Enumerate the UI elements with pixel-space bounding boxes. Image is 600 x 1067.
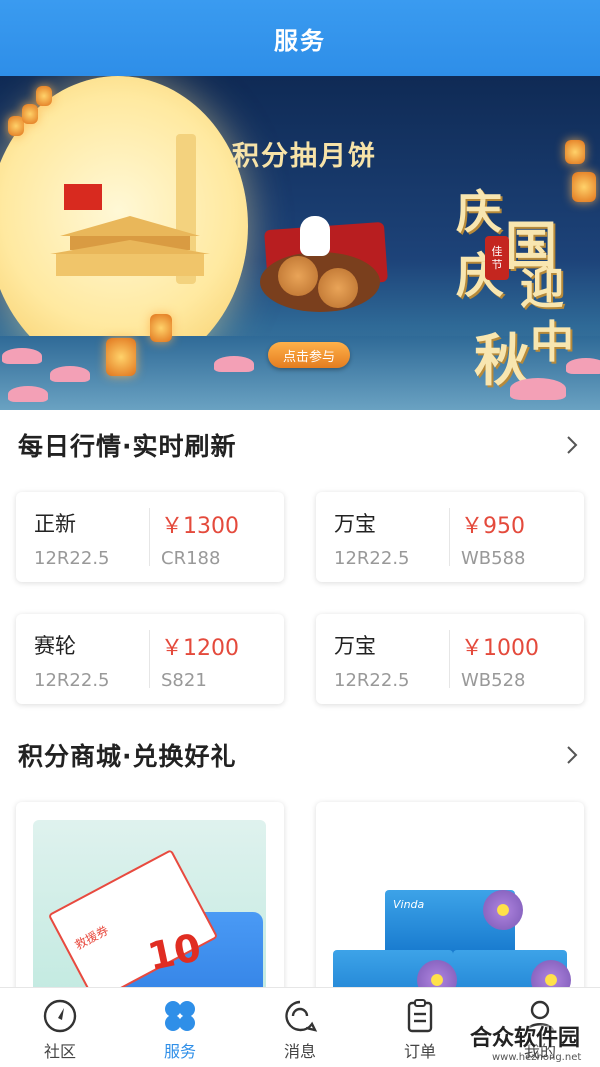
daily-market-header[interactable]: 每日行情·实时刷新 (0, 410, 600, 480)
flower-illustration (483, 890, 523, 930)
compass-icon (43, 999, 77, 1033)
price-card[interactable]: 万宝 12R22.5 ￥1000 WB528 (316, 614, 584, 704)
card-size: 12R22.5 (34, 548, 110, 569)
tab-label: 社区 (43, 1042, 76, 1061)
price-card[interactable]: 正新 12R22.5 ￥1300 CR188 (16, 492, 284, 582)
chat-bubble-icon (285, 1000, 318, 1032)
tab-label: 服务 (163, 1042, 196, 1061)
calligraphy-char: 庆 (456, 185, 502, 239)
lantern-icon (106, 338, 136, 376)
card-price: ￥1000 (461, 636, 539, 661)
card-divider (149, 630, 150, 688)
mall-item-card[interactable]: 救援券 10 (16, 802, 284, 1002)
tab-community[interactable]: 社区 (0, 988, 120, 1067)
tab-orders[interactable]: 订单 (360, 988, 480, 1067)
mooncake-illustration (278, 256, 318, 296)
rabbit-illustration (300, 216, 330, 256)
card-model: CR188 (161, 548, 221, 569)
price-card[interactable]: 万宝 12R22.5 ￥950 WB588 (316, 492, 584, 582)
lantern-icon (36, 86, 52, 106)
mooncake-illustration (318, 268, 358, 308)
lotus-icon (2, 348, 42, 364)
card-brand: 万宝 (334, 634, 376, 658)
chevron-right-icon[interactable] (562, 435, 582, 455)
rescue-coupon-image: 救援券 10 (33, 820, 266, 1002)
mall-item-card[interactable]: Vinda (316, 802, 584, 1002)
seal-char: 佳 (491, 245, 503, 258)
tab-label: 消息 (283, 1042, 316, 1061)
ticket-text: 救援券 (72, 923, 111, 953)
card-model: WB528 (461, 670, 526, 691)
tab-messages[interactable]: 消息 (240, 988, 360, 1067)
card-brand: 万宝 (334, 512, 376, 536)
clipboard-icon (407, 999, 433, 1033)
points-mall-header[interactable]: 积分商城·兑换好礼 (0, 720, 600, 790)
watermark-url: www.hezhong.net (492, 1052, 582, 1063)
lantern-icon (22, 104, 38, 124)
lantern-icon (565, 140, 585, 164)
banner-title: 积分抽月饼 (232, 141, 377, 172)
lotus-icon (510, 378, 566, 400)
tab-label: 订单 (403, 1042, 436, 1061)
card-divider (149, 508, 150, 566)
chevron-right-icon[interactable] (562, 745, 582, 765)
card-size: 12R22.5 (34, 670, 110, 691)
grid-petals-icon (165, 1001, 195, 1031)
tissue-product-image: Vinda (333, 820, 571, 1002)
card-brand: 正新 (34, 512, 76, 536)
top-header: 服务 (0, 0, 600, 76)
promo-banner[interactable]: 积分抽月饼 点击参与 庆 国 庆 迎 中 秋 佳 节 (0, 76, 600, 410)
calligraphy-char: 中 (530, 317, 574, 368)
points-mall-items: 救援券 10 Vinda (0, 790, 600, 1002)
card-price: ￥1200 (161, 636, 239, 661)
daily-market-cards: 正新 12R22.5 ￥1300 CR188 万宝 12R22.5 ￥950 W… (0, 480, 600, 720)
lotus-icon (214, 356, 254, 372)
card-brand: 赛轮 (34, 634, 76, 658)
card-size: 12R22.5 (334, 670, 410, 691)
participate-button[interactable]: 点击参与 (268, 342, 350, 368)
card-model: WB588 (461, 548, 526, 569)
red-seal: 佳 节 (485, 236, 509, 280)
card-model: S821 (161, 670, 207, 691)
tiananmen-illustration (50, 216, 210, 276)
daily-market-title: 每日行情·实时刷新 (18, 432, 237, 461)
price-card[interactable]: 赛轮 12R22.5 ￥1200 S821 (16, 614, 284, 704)
tissue-brand: Vinda (393, 898, 425, 911)
lantern-icon (572, 172, 596, 202)
lotus-icon (566, 358, 600, 374)
card-divider (449, 630, 450, 688)
page-title: 服务 (274, 26, 326, 55)
points-mall-title: 积分商城·兑换好礼 (18, 742, 237, 771)
tab-service[interactable]: 服务 (120, 988, 240, 1067)
lotus-icon (50, 366, 90, 382)
card-divider (449, 508, 450, 566)
card-price: ￥1300 (161, 514, 239, 539)
lantern-icon (150, 314, 172, 342)
card-size: 12R22.5 (334, 548, 410, 569)
lotus-icon (8, 386, 48, 402)
seal-char: 节 (491, 258, 503, 271)
watermark-text: 合众软件园 (470, 1026, 581, 1051)
card-price: ￥950 (461, 514, 525, 539)
